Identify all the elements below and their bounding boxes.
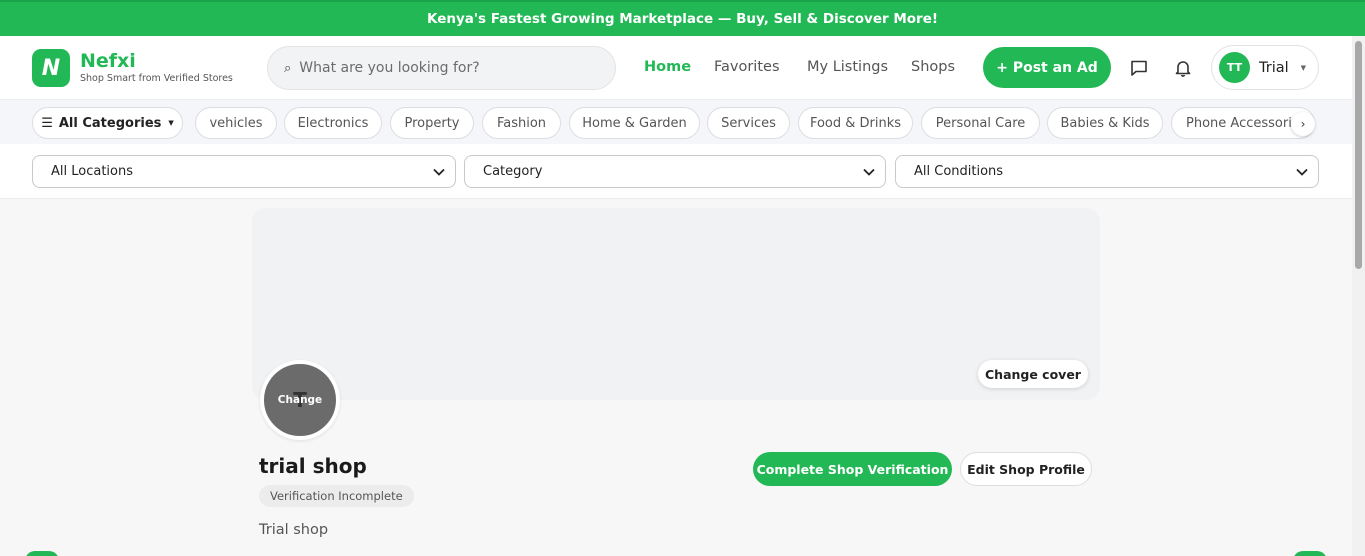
top-banner: Kenya's Fastest Growing Marketplace — Bu… — [0, 0, 1365, 36]
category-chip-fashion[interactable]: Fashion — [482, 107, 561, 139]
nav-shops[interactable]: Shops — [911, 59, 955, 75]
scrollbar-thumb[interactable] — [1355, 41, 1362, 269]
category-chip-electronics[interactable]: Electronics — [284, 107, 382, 139]
page-scrollbar[interactable] — [1352, 36, 1365, 556]
location-select-value: All Locations — [51, 164, 134, 179]
condition-select-value: All Conditions — [914, 164, 1004, 179]
site-header: N Nefxi Shop Smart from Verified Stores … — [0, 36, 1352, 100]
brand-name[interactable]: Nefxi — [80, 50, 136, 72]
chevron-down-icon — [863, 168, 875, 176]
category-select-value: Category — [483, 164, 543, 179]
nav-my-listings[interactable]: My Listings — [807, 59, 888, 75]
menu-icon: ☰ — [41, 115, 53, 131]
category-select[interactable]: Category — [464, 155, 886, 188]
search-icon: ⌕ — [284, 60, 292, 76]
edit-shop-profile-button[interactable]: Edit Shop Profile — [960, 452, 1092, 486]
chevron-down-icon — [1296, 168, 1308, 176]
caret-down-icon: ▼ — [168, 119, 174, 127]
location-select[interactable]: All Locations — [32, 155, 456, 188]
shop-name: trial shop — [259, 454, 367, 478]
nav-home[interactable]: Home — [644, 59, 691, 75]
floating-button-right[interactable] — [1293, 551, 1327, 556]
change-avatar-label: Change — [277, 394, 323, 406]
logo-icon[interactable]: N — [32, 49, 70, 87]
logo-letter: N — [41, 55, 61, 81]
category-chip-vehicles[interactable]: vehicles — [195, 107, 277, 139]
chevron-down-icon — [433, 168, 445, 176]
category-chip-home-garden[interactable]: Home & Garden — [569, 107, 700, 139]
category-chip-property[interactable]: Property — [390, 107, 474, 139]
complete-verification-button[interactable]: Complete Shop Verification — [753, 452, 952, 486]
banner-text: Kenya's Fastest Growing Marketplace — Bu… — [426, 11, 939, 27]
category-chip-babies-kids[interactable]: Babies & Kids — [1047, 107, 1163, 139]
category-chip-personal-care[interactable]: Personal Care — [921, 107, 1040, 139]
shop-cover-image — [252, 208, 1100, 400]
condition-select[interactable]: All Conditions — [895, 155, 1319, 188]
search-input[interactable] — [299, 60, 590, 76]
floating-button-left[interactable] — [25, 551, 59, 556]
caret-down-icon: ▼ — [1300, 63, 1307, 72]
category-chip-food-drinks[interactable]: Food & Drinks — [798, 107, 913, 139]
filter-bar: All Locations Category All Conditions — [0, 144, 1352, 199]
bell-icon[interactable] — [1171, 56, 1195, 80]
all-categories-button[interactable]: ☰ All Categories ▼ — [32, 107, 183, 139]
change-cover-button[interactable]: Change cover — [978, 360, 1088, 388]
category-bar: ☰ All Categories ▼ vehicles Electronics … — [0, 100, 1352, 144]
chevron-right-icon[interactable]: › — [1291, 112, 1315, 136]
all-categories-label: All Categories — [58, 115, 162, 131]
post-ad-button[interactable]: + Post an Ad — [983, 47, 1111, 88]
category-chip-services[interactable]: Services — [707, 107, 790, 139]
shop-description: Trial shop — [259, 522, 329, 538]
user-menu[interactable]: TT Trial ▼ — [1211, 45, 1319, 90]
status-badge: Verification Incomplete — [259, 485, 414, 507]
nav-favorites[interactable]: Favorites — [714, 59, 780, 75]
user-avatar: TT — [1219, 52, 1250, 83]
user-name: Trial — [1259, 59, 1289, 76]
shop-avatar[interactable]: T Change — [260, 360, 340, 440]
brand-tagline: Shop Smart from Verified Stores — [80, 73, 233, 84]
search-bar[interactable]: ⌕ — [267, 46, 616, 90]
chat-icon[interactable] — [1127, 56, 1151, 80]
